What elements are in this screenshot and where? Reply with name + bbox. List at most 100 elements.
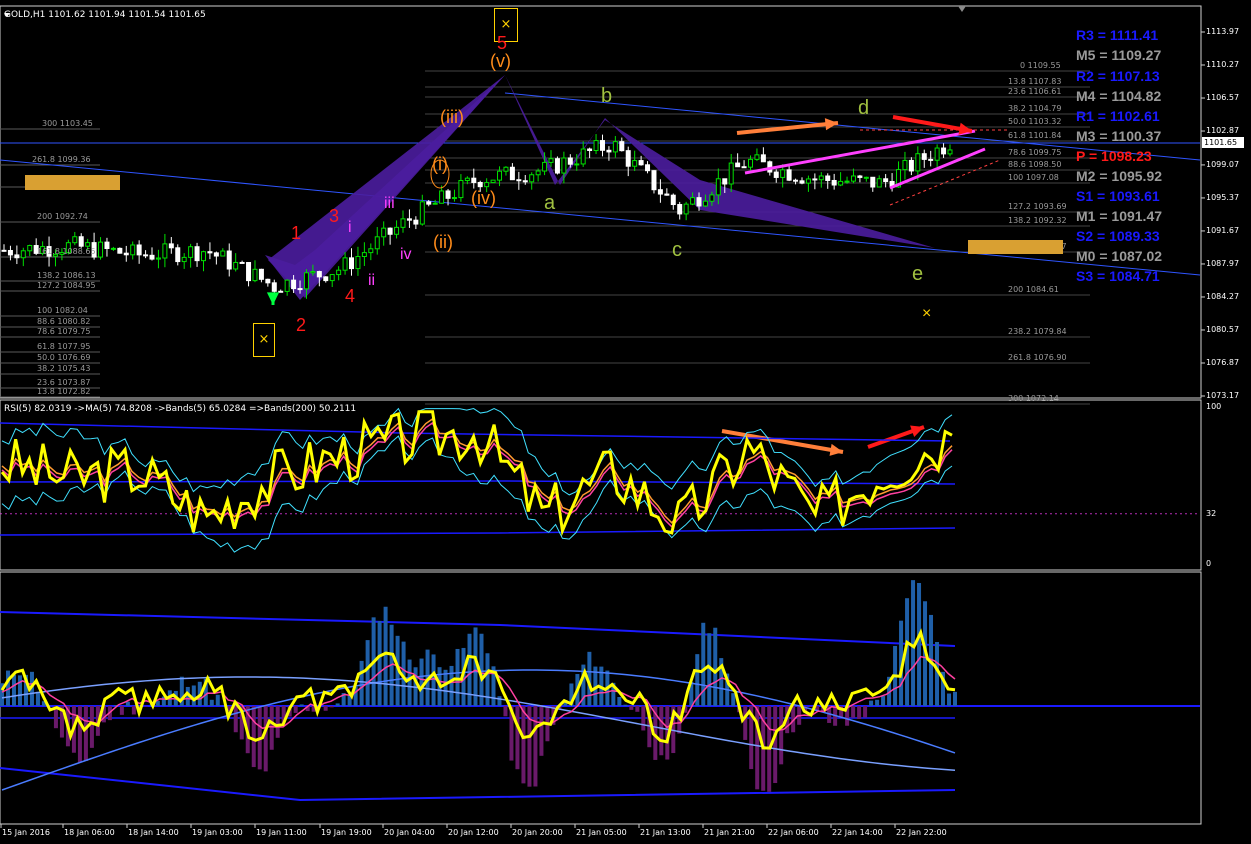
fib-label-left: 78.6 1079.75 <box>37 327 91 336</box>
candle-body <box>696 197 702 207</box>
candle-body <box>818 175 824 181</box>
wave-label-piii: (iii) <box>440 107 464 127</box>
candle-body <box>664 193 670 196</box>
candle-body <box>863 176 869 179</box>
rsi-axis-label: 0 <box>1206 559 1212 568</box>
candle-body <box>645 164 651 172</box>
histogram-bar-positive <box>299 704 304 706</box>
histogram-bar-positive <box>713 627 718 706</box>
pivot-label-m0: M0 = 1087.02 <box>1076 248 1163 264</box>
candle-body <box>503 166 509 172</box>
candle-body <box>554 158 560 174</box>
candle-body <box>812 178 818 181</box>
fib-label-right: 13.8 1107.83 <box>1008 77 1062 86</box>
pivot-label-r3: R3 = 1111.41 <box>1076 27 1159 43</box>
candle-body <box>471 177 477 183</box>
candle-body <box>117 247 123 254</box>
histogram-bar-positive <box>11 674 16 706</box>
candle-body <box>780 169 786 178</box>
pivot-label-m4: M4 = 1104.82 <box>1076 88 1162 104</box>
histogram-bar-positive <box>155 700 160 706</box>
candle-body <box>606 149 612 153</box>
histogram-bar-positive <box>953 691 957 706</box>
fib-label-left: 61.8 1077.95 <box>37 342 91 351</box>
chart-canvas <box>0 5 1205 828</box>
histogram-bar-negative <box>635 706 640 712</box>
rsi-line <box>0 410 953 537</box>
fib-label-left: 50.0 1076.69 <box>37 353 91 362</box>
time-axis-label: 19 Jan 03:00 <box>192 828 243 837</box>
wave-label-w2: 2 <box>296 315 307 335</box>
candle-body <box>368 248 374 254</box>
fib-label-right: 238.2 1079.84 <box>1008 327 1067 336</box>
candle-body <box>670 194 676 206</box>
candle-body <box>509 166 515 181</box>
x-marker-bottom: × <box>253 323 275 357</box>
wave-label-piv: (iv) <box>471 188 496 208</box>
candle-body <box>619 141 625 152</box>
pivot-label-s3: S3 = 1084.71 <box>1076 268 1160 284</box>
time-axis-label: 19 Jan 11:00 <box>256 828 307 837</box>
price-axis-label: 1113.97 <box>1206 27 1240 36</box>
histogram-bar-negative <box>251 706 256 768</box>
histogram-bar-positive <box>191 685 196 706</box>
histogram-bar-positive <box>335 703 340 706</box>
histogram-bar-positive <box>623 704 628 706</box>
wave-label-si: i <box>348 219 352 236</box>
fib-label-right: 38.2 1104.79 <box>1008 104 1062 113</box>
candle-body <box>162 243 168 259</box>
candle-body <box>908 159 914 172</box>
candle-body <box>728 162 734 185</box>
candle-body <box>329 274 335 282</box>
candle-body <box>7 249 13 256</box>
wave-label-d: d <box>858 97 870 119</box>
candle-body <box>175 247 181 263</box>
histogram-bar-positive <box>497 696 502 706</box>
candle-body <box>336 269 342 276</box>
candle-body <box>883 178 889 182</box>
candle-body <box>632 160 638 167</box>
wave-label-pi: (i) <box>432 154 448 174</box>
fib-label-right: 100 1097.08 <box>1008 173 1059 182</box>
time-axis-label: 20 Jan 12:00 <box>448 828 499 837</box>
candle-body <box>497 170 503 181</box>
orange-arrow-price <box>736 121 839 135</box>
candle-body <box>625 150 631 167</box>
candle-body <box>928 158 934 161</box>
candle-body <box>722 178 728 185</box>
fib-label-left: 161.8 1088.65 <box>37 247 96 256</box>
histogram-bar-positive <box>875 699 880 706</box>
candle-body <box>413 219 419 225</box>
candle-body <box>477 181 483 188</box>
fib-label-left: 88.6 1080.82 <box>37 317 91 326</box>
price-axis-label: 1106.57 <box>1206 93 1240 103</box>
candle-body <box>741 166 747 169</box>
candle-body <box>838 180 844 186</box>
histogram-bar-positive <box>617 696 622 706</box>
candle-body <box>599 140 605 151</box>
candle-body <box>291 279 297 290</box>
candle-body <box>947 149 953 155</box>
candle-body <box>381 227 387 238</box>
fib-label-right: 300 1072.14 <box>1008 394 1059 403</box>
histogram-bar-negative <box>83 706 88 761</box>
pivot-label-r2: R2 = 1107.13 <box>1076 68 1160 84</box>
rsi-band-lower <box>0 527 956 536</box>
candle-body <box>587 148 593 151</box>
histogram-bar-negative <box>659 706 664 756</box>
candle-body <box>323 276 329 282</box>
orange-arrow-rsi <box>721 429 844 454</box>
histogram-bar-negative <box>269 706 274 750</box>
candle-body <box>130 244 136 256</box>
candle-body <box>374 236 380 250</box>
histogram-bar-negative <box>275 706 280 738</box>
osc-band-lower <box>0 767 956 802</box>
candle-body <box>27 245 33 252</box>
candle-body <box>284 279 290 292</box>
candle-body <box>181 256 187 263</box>
candle-body <box>419 201 425 225</box>
histogram-bar-positive <box>365 640 370 706</box>
candle-body <box>902 159 908 171</box>
fib-label-left: 200 1092.74 <box>37 212 88 221</box>
pivot-label-m2: M2 = 1095.92 <box>1076 168 1163 184</box>
